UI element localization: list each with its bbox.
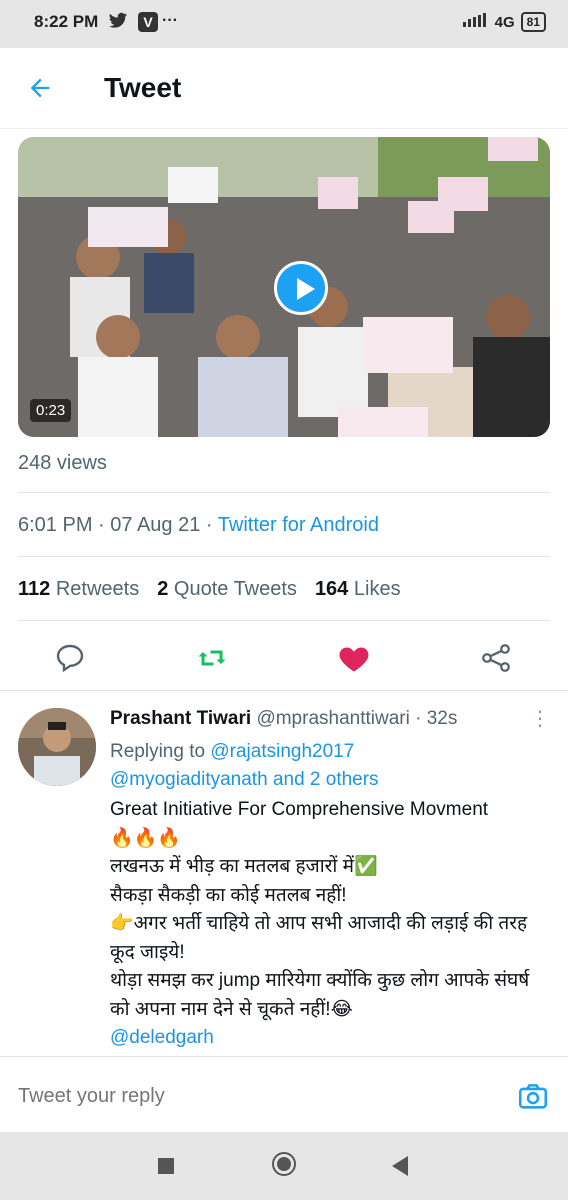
replying-to-user[interactable]: @rajatsingh2017 — [210, 741, 354, 762]
reply-composer — [0, 1056, 568, 1133]
share-icon[interactable] — [478, 640, 514, 676]
replying-to-label: Replying to — [110, 741, 211, 762]
divider — [18, 556, 550, 557]
divider — [0, 690, 568, 691]
home-button[interactable] — [272, 1152, 296, 1176]
tweet-timestamp: 6:01 PM · 07 Aug 21 · — [18, 514, 218, 536]
network-type: 4G — [494, 13, 515, 31]
reply-text: Great Initiative For Comprehensive Movme… — [110, 796, 550, 1053]
mention-link[interactable]: @deledgarh — [110, 1024, 550, 1053]
recents-button[interactable] — [158, 1158, 174, 1174]
likes-stat[interactable]: 164 Likes — [315, 578, 401, 601]
reply-line: सैकड़ा सैकड़ी का कोई मतलब नहीं! — [110, 884, 347, 906]
author-name[interactable]: Prashant Tiwari — [110, 708, 251, 729]
retweet-icon[interactable] — [194, 640, 230, 676]
quotes-count: 2 — [157, 578, 169, 600]
quote-tweets-stat[interactable]: 2 Quote Tweets — [157, 578, 297, 601]
reply-icon[interactable] — [52, 640, 88, 676]
tweet-stats: 112 Retweets 2 Quote Tweets 164 Likes — [18, 578, 401, 601]
reply-line: 👉अगर भर्ती चाहिये तो आप सभी आजादी की लड़… — [110, 913, 528, 963]
reply-line: लखनऊ में भीड़ का मतलब हजारों में✅ — [110, 856, 378, 877]
replying-to: Replying to @rajatsingh2017 @myogiaditya… — [110, 738, 379, 794]
tweet-source-link[interactable]: Twitter for Android — [218, 514, 379, 536]
top-app-bar: Tweet — [0, 48, 568, 129]
v-notification-icon: V — [138, 12, 158, 32]
more-notifications-icon: ··· — [162, 12, 178, 29]
retweets-label: Retweets — [55, 578, 140, 600]
tweet-metadata: 6:01 PM · 07 Aug 21 · Twitter for Androi… — [18, 514, 379, 537]
reply-tweet[interactable]: Prashant Tiwari @mprashanttiwari · 32s ⋮… — [0, 692, 568, 1054]
status-time: 8:22 PM — [34, 12, 99, 31]
likes-count: 164 — [314, 578, 349, 600]
avatar[interactable] — [18, 708, 96, 786]
quotes-label: Quote Tweets — [173, 578, 297, 600]
reply-input[interactable] — [18, 1085, 478, 1108]
battery-icon: 81 — [520, 12, 546, 32]
retweets-count: 112 — [18, 578, 51, 600]
fire-emoji-line: 🔥🔥🔥 — [110, 827, 181, 849]
like-icon[interactable] — [336, 640, 372, 676]
page-title: Tweet — [104, 72, 182, 103]
tweet-actions — [0, 632, 568, 682]
system-back-button[interactable] — [392, 1156, 408, 1176]
status-bar: 8:22 PM V ··· 4G 81 — [0, 0, 568, 48]
view-count: 248 views — [18, 452, 107, 474]
retweets-stat[interactable]: 112 Retweets — [18, 578, 139, 601]
play-button[interactable] — [274, 261, 328, 315]
author-handle[interactable]: @mprashanttiwari — [256, 708, 409, 729]
twitter-notification-icon — [108, 12, 128, 35]
camera-icon[interactable] — [516, 1079, 550, 1118]
more-options-icon[interactable]: ⋮ — [530, 706, 550, 731]
video-duration: 0:23 — [30, 399, 72, 422]
system-nav-bar — [0, 1132, 568, 1200]
divider — [18, 492, 550, 493]
tweet-video[interactable]: 0:23 — [18, 137, 550, 437]
reply-line: Great Initiative For Comprehensive Movme… — [110, 799, 489, 820]
signal-icon — [462, 13, 489, 31]
likes-label: Likes — [353, 578, 401, 600]
reply-time: · 32s — [409, 708, 458, 729]
divider — [18, 620, 550, 621]
reply-line: थोड़ा समझ कर jump मारियेगा क्योंकि कुछ ल… — [110, 970, 530, 1020]
reply-header: Prashant Tiwari @mprashanttiwari · 32s — [110, 708, 457, 730]
replying-to-others[interactable]: @myogiadityanath and 2 others — [110, 769, 379, 790]
back-arrow-icon[interactable] — [26, 74, 54, 107]
